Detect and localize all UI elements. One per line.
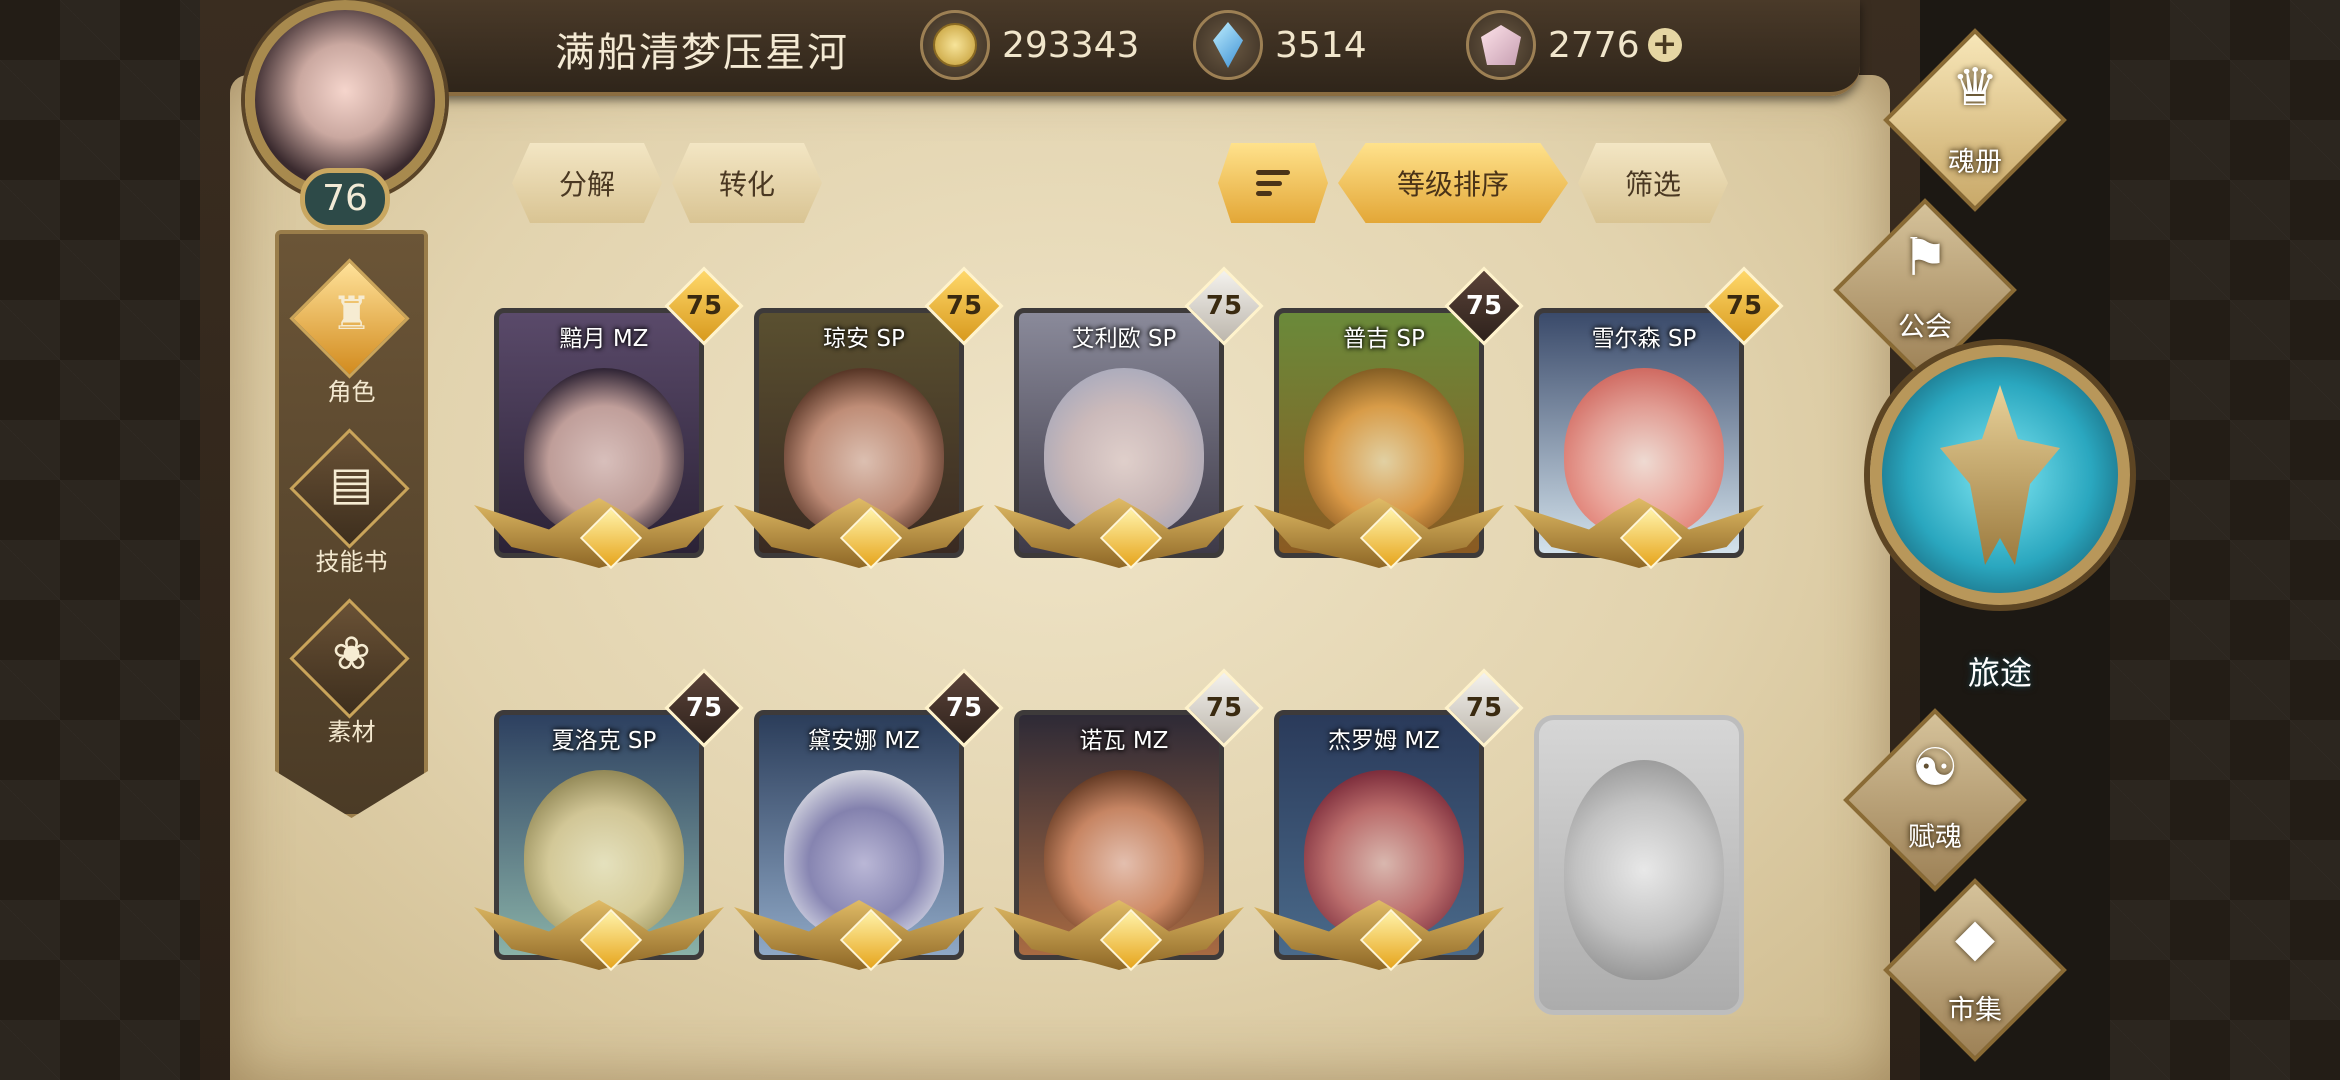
card-level: 75 — [685, 291, 723, 321]
character-card[interactable]: 黯月 MZ 75 — [474, 266, 744, 570]
decompose-button[interactable]: 分解 — [512, 143, 662, 223]
market-gem-icon: ◆ — [1955, 908, 1995, 968]
sidebar-item-skill-book[interactable]: ▤ 技能书 — [279, 428, 424, 584]
character-card[interactable]: 夏洛克 SP 75 — [474, 668, 744, 972]
player-level-badge: 76 — [300, 168, 390, 230]
card-level: 75 — [1725, 291, 1763, 321]
card-level: 75 — [685, 693, 723, 723]
card-name: 琼安 SP — [823, 326, 905, 352]
character-helmet-icon: ♜ — [330, 286, 373, 340]
card-level: 75 — [1465, 693, 1503, 723]
convert-button[interactable]: 转化 — [672, 143, 822, 223]
gold-currency: 293343 — [920, 10, 1139, 80]
right-border-pattern — [2110, 0, 2340, 1080]
card-level: 75 — [1465, 291, 1503, 321]
skill-book-icon: ▤ — [329, 456, 374, 510]
crystal-value: 3514 — [1275, 24, 1367, 66]
card-level: 75 — [1205, 693, 1243, 723]
gem-value: 2776 — [1548, 24, 1640, 66]
character-card[interactable]: 琼安 SP 75 — [734, 266, 1004, 570]
card-name: 夏洛克 SP — [551, 728, 657, 754]
card-name: 黛安娜 MZ — [808, 728, 920, 754]
nav-soul-album[interactable]: 魂册 — [1905, 140, 2045, 179]
blue-crystal-icon — [1193, 10, 1263, 80]
character-card[interactable]: 黛安娜 MZ 75 — [734, 668, 1004, 972]
character-card[interactable]: 雪尔森 SP 75 — [1514, 266, 1784, 570]
material-beast-icon: ❀ — [332, 626, 371, 680]
character-card[interactable]: 杰罗姆 MZ 75 — [1254, 668, 1524, 972]
add-gem-button[interactable]: + — [1647, 28, 1682, 62]
card-name: 普吉 SP — [1343, 326, 1425, 352]
card-name: 艾利欧 SP — [1071, 326, 1177, 352]
card-name: 诺瓦 MZ — [1079, 728, 1169, 754]
character-card[interactable]: 诺瓦 MZ 75 — [994, 668, 1264, 972]
card-name: 黯月 MZ — [559, 326, 649, 352]
card-level: 75 — [945, 291, 983, 321]
sidebar-item-material[interactable]: ❀ 素材 — [279, 598, 424, 754]
sidebar-item-label: 技能书 — [315, 548, 388, 576]
player-name: 满船清梦压星河 — [555, 30, 849, 76]
card-name: 雪尔森 SP — [1591, 326, 1697, 352]
gold-coin-icon — [920, 10, 990, 80]
character-silhouette — [1564, 760, 1724, 980]
locked-character-card[interactable] — [1534, 715, 1744, 1015]
character-card[interactable]: 艾利欧 SP 75 — [994, 266, 1264, 570]
left-sidebar: ♜ 角色 ▤ 技能书 ❀ 素材 — [275, 230, 428, 818]
nav-market[interactable]: 市集 — [1905, 988, 2045, 1027]
pink-gem-icon — [1466, 10, 1536, 80]
guild-banner-icon: ⚑ — [1901, 228, 1949, 288]
sidebar-item-label: 素材 — [327, 718, 376, 746]
character-card[interactable]: 普吉 SP 75 — [1254, 266, 1524, 570]
nav-soul-infuse[interactable]: 赋魂 — [1865, 815, 2005, 854]
gem-currency[interactable]: 2776 + — [1466, 10, 1682, 80]
soul-flame-icon: ☯ — [1911, 738, 1959, 798]
soul-album-icon: ♛ — [1951, 58, 1999, 118]
gold-value: 293343 — [1002, 24, 1140, 66]
sort-order-button[interactable] — [1218, 143, 1328, 223]
card-level: 75 — [945, 693, 983, 723]
card-name: 杰罗姆 MZ — [1328, 728, 1440, 754]
sort-list-icon — [1256, 170, 1290, 196]
filter-button[interactable]: 筛选 — [1578, 143, 1728, 223]
nav-guild[interactable]: 公会 — [1855, 305, 1995, 344]
crystal-currency: 3514 — [1193, 10, 1367, 80]
card-level: 75 — [1205, 291, 1243, 321]
sort-by-level-button[interactable]: 等级排序 — [1338, 143, 1568, 223]
journey-label: 旅途 — [1967, 654, 2032, 692]
sidebar-item-label: 角色 — [327, 378, 376, 406]
player-avatar-frame[interactable]: 76 — [215, 0, 485, 240]
sidebar-item-character[interactable]: ♜ 角色 — [279, 258, 424, 414]
